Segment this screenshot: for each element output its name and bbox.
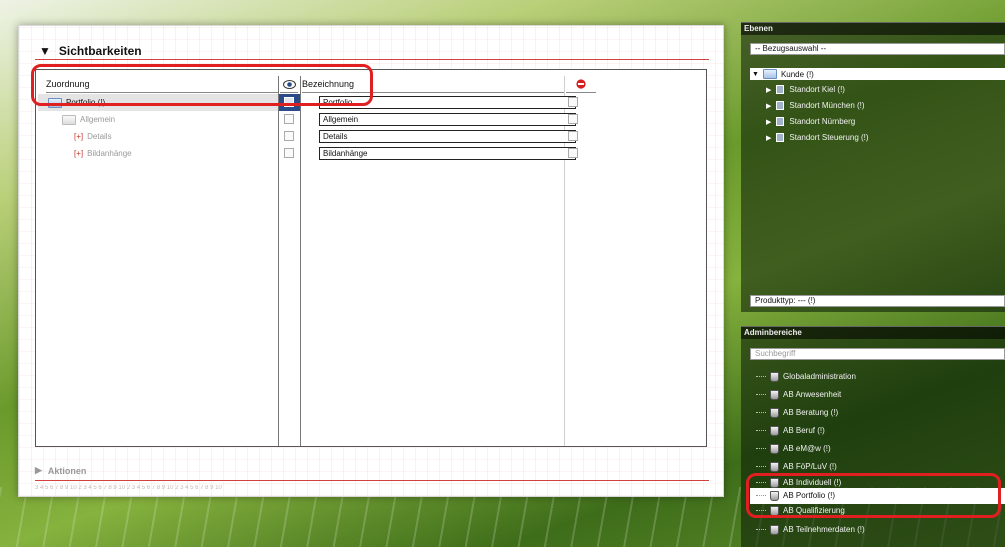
expand-icon[interactable]: [+]	[74, 149, 83, 158]
ruler-labels: 3 4 5 6 7 8 9 10 2 3 4 5 6 7 8 9 10 2 3 …	[35, 485, 222, 491]
annotation-highlight	[31, 64, 373, 106]
tree-item-standort[interactable]: ▶ Standort Nürnberg	[766, 115, 855, 128]
delete-checkbox[interactable]	[568, 97, 578, 107]
triangle-down-icon[interactable]: ▼	[752, 71, 759, 78]
tree-item-details[interactable]: [+] Details	[74, 128, 112, 145]
delete-checkbox[interactable]	[568, 148, 578, 158]
tree-item-standort[interactable]: ▶ Standort Kiel (!)	[766, 83, 845, 96]
cup-icon	[770, 371, 779, 382]
section-header[interactable]: ▼ Sichtbarkeiten	[39, 44, 142, 58]
delete-checkbox[interactable]	[568, 114, 578, 124]
admin-item[interactable]: AB Beratung (!)	[756, 404, 838, 421]
triangle-right-icon[interactable]: ▶	[766, 86, 771, 94]
cup-icon	[770, 389, 779, 400]
table-row[interactable]: Allgemein Allgemein	[36, 111, 706, 128]
tree-item-allgemein[interactable]: Allgemein	[62, 111, 115, 128]
expand-icon[interactable]: [+]	[74, 132, 83, 141]
table-icon	[776, 101, 785, 110]
produkttyp-field[interactable]: Produkttyp: --- (!)	[750, 295, 1005, 307]
cup-icon	[770, 461, 779, 472]
admin-item[interactable]: Globaladministration	[756, 368, 856, 385]
no-entry-icon[interactable]	[566, 76, 596, 93]
table-icon	[776, 117, 785, 126]
visibility-grid: Zuordnung Bezeichnung Portfolio (!) Port…	[35, 69, 707, 447]
admin-item[interactable]: AB Beruf (!)	[756, 422, 825, 439]
tree-root-kunde[interactable]: ▼ Kunde (!)	[750, 68, 1005, 80]
bezeichnung-field[interactable]: Bildanhänge	[319, 147, 576, 160]
tree-item-bildanhaenge[interactable]: [+] Bildanhänge	[74, 145, 132, 162]
cup-icon	[770, 524, 779, 535]
cup-icon	[770, 425, 779, 436]
table-row[interactable]: [+] Bildanhänge Bildanhänge	[36, 145, 706, 162]
tree-item-standort[interactable]: ▶ Standort Steuerung (!)	[766, 131, 869, 144]
bezeichnung-field[interactable]: Details	[319, 130, 576, 143]
tree-item-standort[interactable]: ▶ Standort München (!)	[766, 99, 865, 112]
aktionen-divider	[35, 480, 709, 481]
annotation-highlight	[746, 473, 1001, 518]
visibility-checkbox[interactable]	[284, 114, 294, 124]
bezugsauswahl-select[interactable]: -- Bezugsauswahl --	[750, 43, 1005, 55]
cup-icon	[770, 407, 779, 418]
triangle-right-icon[interactable]: ▶	[766, 102, 771, 110]
ebenen-title: Ebenen	[741, 22, 1005, 35]
triangle-right-icon[interactable]: ▶	[766, 134, 771, 142]
cup-icon	[770, 443, 779, 454]
delete-checkbox[interactable]	[568, 131, 578, 141]
adminbereiche-title: Adminbereiche	[741, 326, 1005, 339]
search-input[interactable]: Suchbegriff	[750, 348, 1005, 360]
aktionen-header[interactable]: ▶ Aktionen	[35, 465, 86, 476]
folder-icon	[62, 114, 76, 125]
triangle-down-icon: ▼	[39, 44, 51, 58]
visibility-checkbox[interactable]	[284, 148, 294, 158]
triangle-right-icon[interactable]: ▶	[766, 118, 771, 126]
section-divider	[35, 59, 709, 60]
table-row[interactable]: [+] Details Details	[36, 128, 706, 145]
admin-item[interactable]: AB eM@w (!)	[756, 440, 831, 457]
visibility-checkbox[interactable]	[284, 131, 294, 141]
folder-icon	[762, 69, 777, 79]
section-title: Sichtbarkeiten	[58, 44, 142, 58]
table-icon	[776, 133, 785, 142]
bezeichnung-field[interactable]: Allgemein	[319, 113, 576, 126]
ebenen-panel: Ebenen -- Bezugsauswahl -- ▼ Kunde (!) ▶…	[741, 22, 1005, 312]
admin-item[interactable]: AB Teilnehmerdaten (!)	[756, 521, 865, 538]
admin-item[interactable]: AB Anwesenheit	[756, 386, 841, 403]
triangle-right-icon: ▶	[35, 465, 42, 475]
table-icon	[776, 85, 785, 94]
